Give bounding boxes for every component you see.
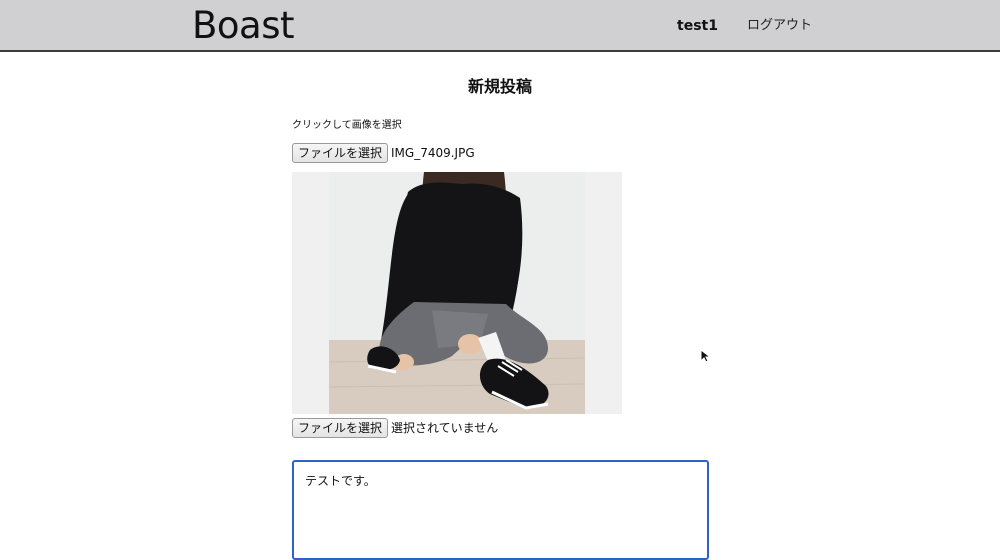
logout-link[interactable]: ログアウト (747, 16, 812, 36)
nav-username[interactable]: test1 (677, 16, 718, 36)
mouse-pointer-icon (700, 348, 712, 367)
site-header: Boast test1 ログアウト (0, 0, 1000, 52)
preview-photo (292, 172, 622, 414)
post-body-textarea[interactable]: テストです。 (292, 460, 709, 560)
selected-file-name-1: IMG_7409.JPG (391, 146, 475, 160)
file-input-row-2: ファイルを選択 選択されていません (292, 418, 498, 438)
file-input-row-1: ファイルを選択 IMG_7409.JPG (292, 143, 475, 163)
page-title: 新規投稿 (467, 77, 532, 96)
choose-file-button-1[interactable]: ファイルを選択 (292, 143, 389, 163)
choose-file-button-2[interactable]: ファイルを選択 (292, 418, 389, 438)
selected-file-name-2: 選択されていません (391, 421, 499, 435)
site-logo[interactable]: Boast (192, 4, 294, 48)
image-preview[interactable] (292, 172, 622, 414)
image-select-hint: クリックして画像を選択 (292, 120, 402, 131)
